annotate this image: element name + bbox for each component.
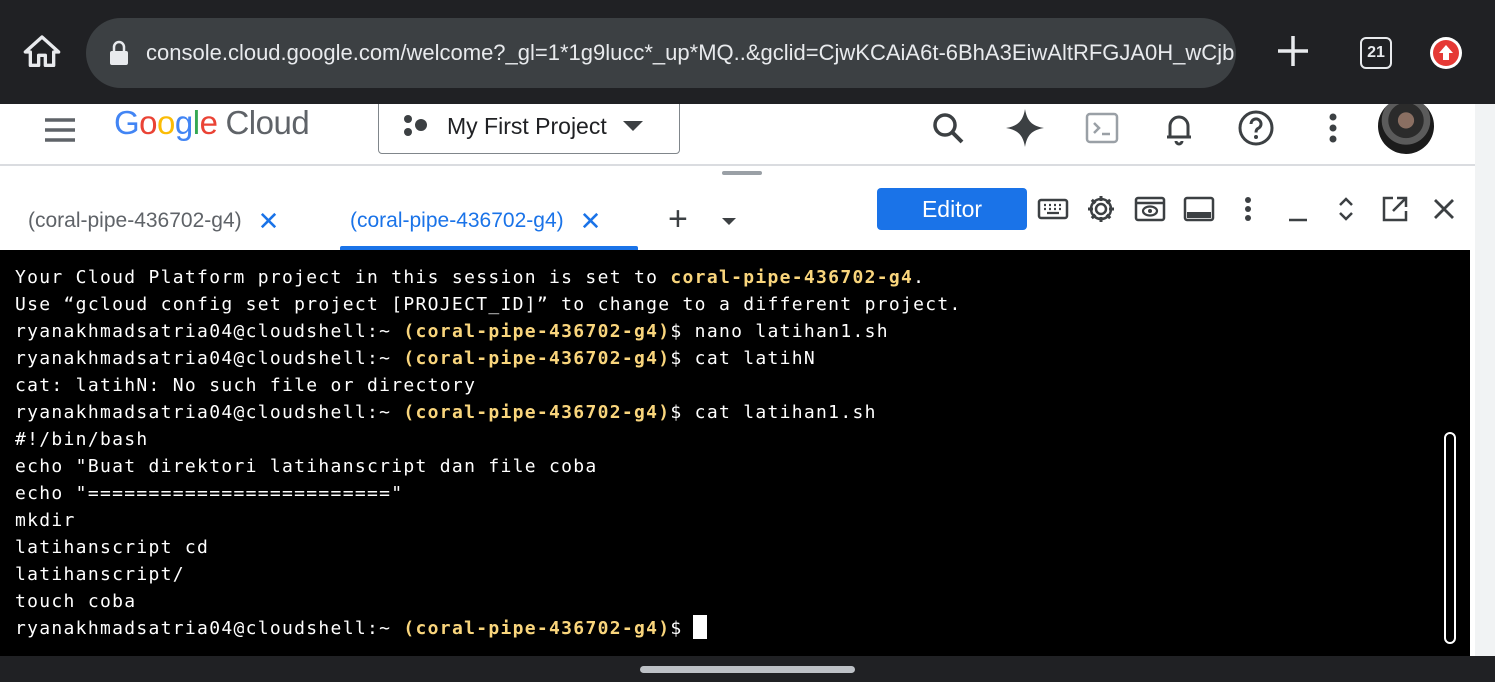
more-vert-icon[interactable] [1311, 106, 1355, 150]
shell-tab-2-active[interactable]: (coral-pipe-436702-g4) ✕ [350, 208, 601, 234]
tab-switcher-button[interactable]: 21 [1360, 37, 1392, 69]
page-gutter [1475, 104, 1495, 656]
terminal-text: touch coba [15, 591, 137, 612]
logo-google: Google [114, 104, 218, 141]
terminal-output: Your Cloud Platform project in this sess… [15, 264, 962, 642]
terminal-text: Use “gcloud config set project [PROJECT_… [15, 294, 962, 315]
terminal-scrollbar[interactable] [1444, 432, 1456, 644]
terminal-project-id: coral-pipe-436702-g4 [670, 267, 914, 288]
terminal-project-id: (coral-pipe-436702-g4) [403, 321, 671, 342]
minimize-icon[interactable] [1279, 190, 1317, 228]
terminal-text: latihanscript/ [15, 564, 185, 585]
gcp-console-page: Google Cloud My First Project (coral-pip… [0, 104, 1475, 656]
update-icon[interactable] [1430, 37, 1462, 69]
terminal-line: latihanscript/ [15, 561, 962, 588]
project-picker[interactable]: My First Project [378, 104, 680, 154]
notifications-bell-icon[interactable] [1157, 106, 1201, 150]
chevron-down-icon [622, 121, 643, 131]
terminal-text: $ [670, 618, 683, 639]
terminal-project-id: (coral-pipe-436702-g4) [403, 618, 671, 639]
terminal-text: echo "=========================" [15, 483, 404, 504]
terminal-text: ryanakhmadsatria04@cloudshell:~ [15, 321, 404, 342]
hamburger-menu-icon[interactable] [42, 112, 78, 148]
terminal-line: #!/bin/bash [15, 426, 962, 453]
settings-gear-icon[interactable] [1082, 190, 1120, 228]
logo-cloud: Cloud [225, 104, 310, 141]
terminal-text: echo "Buat direktori latihanscript dan f… [15, 456, 598, 477]
help-icon[interactable] [1234, 106, 1278, 150]
new-tab-icon[interactable] [1272, 30, 1314, 72]
terminal-project-id: (coral-pipe-436702-g4) [403, 402, 671, 423]
system-navigation-bar [0, 656, 1495, 682]
web-preview-icon[interactable] [1131, 190, 1169, 228]
shell-tab-label: (coral-pipe-436702-g4) [28, 209, 242, 232]
panel-drag-handle[interactable] [722, 171, 762, 175]
close-icon[interactable] [1425, 190, 1463, 228]
open-editor-button[interactable]: Editor [877, 188, 1027, 230]
terminal-text: latihanscript cd [15, 537, 210, 558]
terminal-text: $ cat latihan1.sh [670, 402, 877, 423]
project-icon [404, 115, 427, 136]
terminal-line: mkdir [15, 507, 962, 534]
url-text: console.cloud.google.com/welcome?_gl=1*1… [146, 40, 1235, 65]
terminal-line: ryanakhmadsatria04@cloudshell:~ (coral-p… [15, 345, 962, 372]
terminal-line: touch coba [15, 588, 962, 615]
browser-toolbar: console.cloud.google.com/welcome?_gl=1*1… [0, 0, 1495, 104]
open-new-window-icon[interactable] [1376, 190, 1414, 228]
address-bar[interactable]: console.cloud.google.com/welcome?_gl=1*1… [86, 18, 1236, 88]
terminal-project-id: (coral-pipe-436702-g4) [403, 348, 671, 369]
terminal-line: ryanakhmadsatria04@cloudshell:~ (coral-p… [15, 318, 962, 345]
terminal-line: Use “gcloud config set project [PROJECT_… [15, 291, 962, 318]
gesture-handle[interactable] [640, 666, 855, 673]
terminal-text: $ nano latihan1.sh [670, 321, 889, 342]
terminal-cursor [692, 615, 707, 639]
home-icon[interactable] [20, 30, 64, 74]
terminal-line: echo "=========================" [15, 480, 962, 507]
account-avatar[interactable] [1378, 104, 1434, 154]
terminal-text: $ cat latihN [670, 348, 817, 369]
terminal-text: ryanakhmadsatria04@cloudshell:~ [15, 348, 404, 369]
add-shell-tab-button[interactable]: + [668, 202, 688, 236]
terminal-line: echo "Buat direktori latihanscript dan f… [15, 453, 962, 480]
gemini-sparkle-icon[interactable] [1003, 106, 1047, 150]
terminal-text: cat: latihN: No such file or directory [15, 375, 477, 396]
gcp-header: Google Cloud My First Project [0, 104, 1475, 166]
cloud-shell-tabbar: (coral-pipe-436702-g4) ✕ (coral-pipe-436… [0, 180, 1475, 250]
terminal-layout-icon[interactable] [1180, 190, 1218, 228]
more-vert-icon[interactable] [1229, 190, 1267, 228]
search-icon[interactable] [926, 106, 970, 150]
terminal-text: ryanakhmadsatria04@cloudshell:~ [15, 402, 404, 423]
terminal-line: Your Cloud Platform project in this sess… [15, 264, 962, 291]
terminal-text: Your Cloud Platform project in this sess… [15, 267, 671, 288]
terminal-line: cat: latihN: No such file or directory [15, 372, 962, 399]
terminal-line: latihanscript cd [15, 534, 962, 561]
terminal-text: mkdir [15, 510, 76, 531]
shell-tab-1[interactable]: (coral-pipe-436702-g4) ✕ [28, 208, 279, 234]
shell-tab-label: (coral-pipe-436702-g4) [350, 209, 564, 232]
terminal-text: ryanakhmadsatria04@cloudshell:~ [15, 618, 404, 639]
close-tab-icon[interactable]: ✕ [258, 208, 280, 234]
terminal-text: #!/bin/bash [15, 429, 149, 450]
tab-dropdown-icon[interactable] [722, 218, 736, 225]
project-name: My First Project [447, 112, 607, 139]
close-tab-icon[interactable]: ✕ [580, 208, 602, 234]
terminal-text: . [913, 267, 926, 288]
google-cloud-logo[interactable]: Google Cloud [114, 104, 310, 142]
terminal-line: ryanakhmadsatria04@cloudshell:~ (coral-p… [15, 615, 962, 642]
cloud-shell-icon[interactable] [1080, 106, 1124, 150]
lock-icon [110, 40, 128, 65]
maximize-restore-icon[interactable] [1327, 190, 1365, 228]
terminal[interactable]: Your Cloud Platform project in this sess… [0, 250, 1470, 656]
keyboard-icon[interactable] [1034, 190, 1072, 228]
terminal-line: ryanakhmadsatria04@cloudshell:~ (coral-p… [15, 399, 962, 426]
